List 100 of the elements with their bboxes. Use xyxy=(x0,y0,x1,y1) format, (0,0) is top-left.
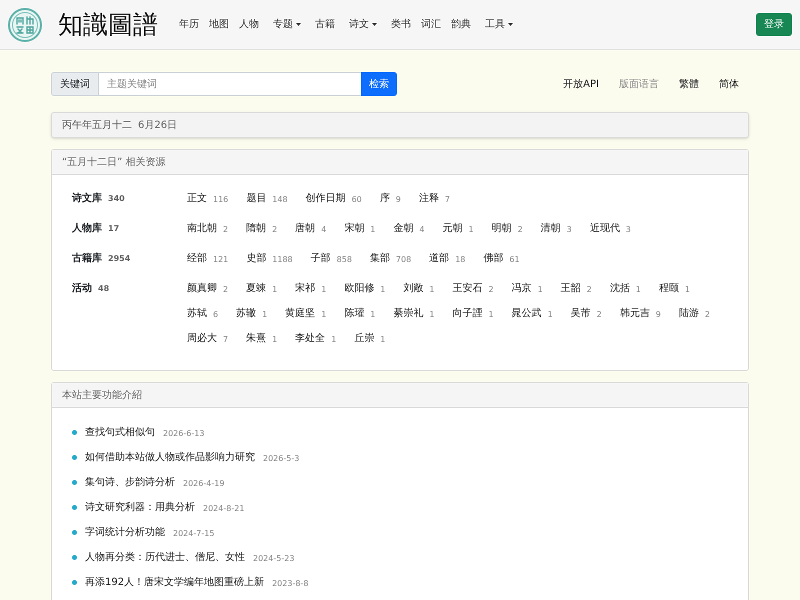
resource-link[interactable]: 李处全 xyxy=(295,331,326,346)
resource-link[interactable]: 夏竦 xyxy=(246,281,266,296)
feature-link[interactable]: 如何借助本站做人物或作品影响力研究 xyxy=(85,450,255,465)
resource-link[interactable]: 黄庭坚 xyxy=(285,306,316,321)
item-count: 1 xyxy=(488,309,494,321)
resource-link[interactable]: 朱熹 xyxy=(246,331,266,346)
resource-link[interactable]: 欧阳修 xyxy=(344,281,374,296)
resource-link[interactable]: 周必大 xyxy=(187,331,217,346)
nav-link[interactable]: 人物 xyxy=(234,17,264,32)
resource-link[interactable]: 程颐 xyxy=(658,281,679,296)
item-count: 1 xyxy=(272,334,278,346)
nav-dropdown[interactable]: 诗文 xyxy=(344,17,382,32)
resource-link[interactable]: 宋朝 xyxy=(344,221,364,236)
site-title[interactable]: 知識圖譜 xyxy=(58,12,158,37)
resource-link[interactable]: 序 xyxy=(380,191,390,206)
resource-link[interactable]: 经部 xyxy=(187,251,207,266)
item-count: 7 xyxy=(444,194,450,206)
resource-link[interactable]: 金朝 xyxy=(393,221,414,236)
resource-link[interactable]: 唐朝 xyxy=(295,221,316,236)
resource-link[interactable]: 苏轼 xyxy=(187,306,207,321)
item-count: 9 xyxy=(396,194,401,206)
item-count: 2 xyxy=(272,224,278,236)
item-count: 1188 xyxy=(272,254,293,266)
resource-link[interactable]: 苏辙 xyxy=(236,306,256,321)
resource-link[interactable]: 正文 xyxy=(187,191,207,206)
resource-link[interactable]: 创作日期 xyxy=(306,191,346,206)
top-link[interactable]: 简体 xyxy=(709,76,749,92)
nav-link[interactable]: 韵典 xyxy=(446,17,476,32)
item-count: 1 xyxy=(380,284,386,296)
feature-link[interactable]: 诗文研究利器：用典分析 xyxy=(85,500,195,515)
resource-link[interactable]: 南北朝 xyxy=(187,221,217,236)
resource-link[interactable]: 沈括 xyxy=(610,281,630,296)
search-field[interactable]: 主题关键词 xyxy=(99,72,361,96)
nav-dropdown[interactable]: 专题 xyxy=(268,17,306,32)
item-count: 2 xyxy=(223,224,228,236)
resource-link[interactable]: 刘敞 xyxy=(403,281,424,296)
feature-link[interactable]: 人物再分类：历代进士、僧尼、女性 xyxy=(85,550,245,565)
item-count: 2 xyxy=(488,284,494,296)
resource-link[interactable]: 冯京 xyxy=(512,281,532,296)
resource-link[interactable]: 集部 xyxy=(370,251,390,266)
item-count: 1 xyxy=(429,309,434,321)
item-count: 6 xyxy=(213,309,218,321)
resource-link[interactable]: 向子諲 xyxy=(452,306,482,321)
feature-link[interactable]: 集句诗、步韵诗分析 xyxy=(85,475,175,490)
resource-link[interactable]: 元朝 xyxy=(442,221,462,236)
nav-dropdown[interactable]: 工具 xyxy=(480,17,518,32)
nav-link[interactable]: 类书 xyxy=(386,17,416,32)
resource-link[interactable]: 陆游 xyxy=(678,306,699,321)
bullet-icon xyxy=(72,480,77,485)
nav-link[interactable]: 古籍 xyxy=(310,17,340,32)
nav-link[interactable]: 地图 xyxy=(204,17,234,32)
nav-link[interactable]: 年历 xyxy=(174,17,204,32)
item-count: 708 xyxy=(396,254,412,266)
resource-link[interactable]: 清朝 xyxy=(540,221,561,236)
resource-link[interactable]: 颜真卿 xyxy=(187,281,217,296)
item-count: 3 xyxy=(626,224,631,236)
seal-logo-icon[interactable] xyxy=(8,8,42,42)
resource-link[interactable]: 明朝 xyxy=(492,221,512,236)
nav-link[interactable]: 词汇 xyxy=(416,17,446,32)
resource-link[interactable]: 注释 xyxy=(418,191,439,206)
feature-link[interactable]: 字词统计分析功能 xyxy=(85,525,165,540)
category-count: 2954 xyxy=(108,252,130,264)
caret-icon xyxy=(508,23,513,26)
resource-link[interactable]: 晁公武 xyxy=(512,306,542,321)
item-count: 1 xyxy=(331,334,336,346)
item-count: 1 xyxy=(370,224,376,236)
resource-link[interactable]: 隋朝 xyxy=(246,221,266,236)
feature-link[interactable]: 查找句式相似句 xyxy=(85,425,155,440)
category-count: 48 xyxy=(98,282,110,294)
resource-link[interactable]: 题目 xyxy=(246,191,266,206)
item-count: 1 xyxy=(538,284,543,296)
resource-link[interactable]: 吴芾 xyxy=(570,306,591,321)
top-link[interactable]: 开放API xyxy=(553,76,609,92)
resource-link[interactable]: 韩元吉 xyxy=(620,306,650,321)
search-button[interactable]: 检索 xyxy=(361,72,397,96)
caret-icon xyxy=(372,23,377,26)
item-count: 2 xyxy=(596,309,602,321)
resource-link[interactable]: 道部 xyxy=(429,251,450,266)
resource-link[interactable]: 王安石 xyxy=(452,281,482,296)
resource-link[interactable]: 近现代 xyxy=(590,221,620,236)
resource-link[interactable]: 佛部 xyxy=(483,251,504,266)
resource-link[interactable]: 宋祁 xyxy=(295,281,316,296)
item-count: 9 xyxy=(656,309,661,321)
caret-icon xyxy=(296,23,301,26)
category-label: 古籍库 xyxy=(72,251,102,266)
resource-link[interactable]: 陈瓘 xyxy=(344,306,364,321)
resource-link[interactable]: 子部 xyxy=(310,251,331,266)
bullet-icon xyxy=(72,555,77,560)
solar-date: 6月26日 xyxy=(138,118,178,132)
item-count: 4 xyxy=(321,224,326,236)
resource-link[interactable]: 綦崇礼 xyxy=(393,306,424,321)
login-button[interactable]: 登录 xyxy=(756,13,792,36)
resource-link[interactable]: 王韶 xyxy=(560,281,581,296)
feature-date: 2026-4-19 xyxy=(183,478,224,490)
item-count: 1 xyxy=(380,334,386,346)
top-link[interactable]: 繁體 xyxy=(669,76,709,92)
resource-link[interactable]: 史部 xyxy=(246,251,266,266)
item-count: 2 xyxy=(704,309,710,321)
feature-link[interactable]: 再添192人！唐宋文学编年地图重磅上新 xyxy=(85,575,264,590)
resource-link[interactable]: 丘崇 xyxy=(354,331,374,346)
